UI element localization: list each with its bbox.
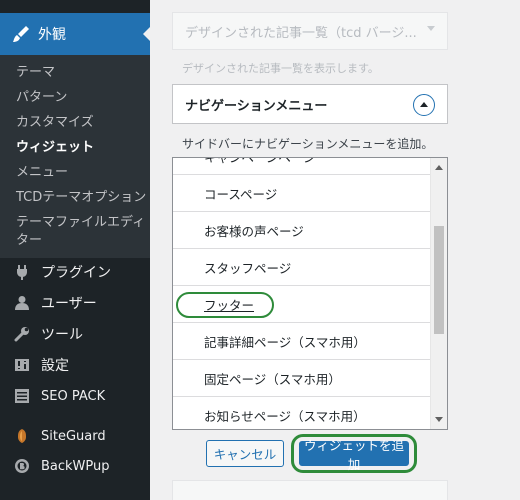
- menu-item-backwpup[interactable]: BackWPup: [0, 452, 150, 480]
- appearance-submenu: テーマ パターン カスタマイズ ウィジェット メニュー TCDテーマオプション …: [0, 55, 150, 258]
- submenu-item-theme-editor[interactable]: テーマファイルエディ: [16, 211, 145, 230]
- add-widget-button[interactable]: ウィジェットを追加: [299, 439, 409, 472]
- collapse-toggle-icon[interactable]: [413, 94, 435, 116]
- list-item[interactable]: 記事詳細ページ（スマホ用）: [173, 323, 432, 360]
- widget-nav-menu-header[interactable]: ナビゲーションメニュー: [172, 84, 448, 124]
- list-item-label: キャンペーンページ: [204, 157, 316, 165]
- menu-item-siteguard-label: SiteGuard: [41, 428, 106, 444]
- list-item-label: お知らせページ（スマホ用）: [204, 408, 366, 424]
- submenu-item-menus[interactable]: メニュー: [16, 161, 68, 180]
- menu-item-users-label: ユーザー: [41, 296, 97, 312]
- list-item[interactable]: スタッフページ: [173, 249, 432, 286]
- menu-item-users[interactable]: ユーザー: [0, 289, 150, 317]
- list-item[interactable]: お知らせページ（スマホ用）: [173, 397, 432, 429]
- list-icon: [13, 387, 31, 405]
- submenu-item-patterns[interactable]: パターン: [16, 86, 67, 105]
- next-widget-header: [172, 480, 448, 500]
- widget-designed-posts-description: デザインされた記事一覧を表示します。: [182, 62, 379, 75]
- menu-item-tools[interactable]: ツール: [0, 320, 150, 348]
- menu-item-plugins-label: プラグイン: [41, 265, 111, 281]
- menu-item-seo-pack-label: SEO PACK: [41, 388, 106, 404]
- widgets-panel: デザインされた記事一覧（tcd バージ... デザインされた記事一覧を表示します…: [150, 0, 520, 500]
- plugin-icon: [13, 263, 31, 281]
- paintbrush-icon: [10, 23, 32, 45]
- list-item-label: 固定ページ（スマホ用）: [204, 371, 341, 387]
- scroll-down-icon[interactable]: [435, 417, 443, 422]
- submenu-item-theme-editor-cont[interactable]: ター: [16, 229, 42, 248]
- backwpup-icon: [13, 457, 31, 475]
- menu-item-appearance[interactable]: 外観: [0, 13, 150, 55]
- menu-item-plugins[interactable]: プラグイン: [0, 258, 150, 286]
- list-item[interactable]: コースページ: [173, 175, 432, 212]
- submenu-item-widgets[interactable]: ウィジェット: [16, 136, 94, 155]
- settings-icon: [13, 356, 31, 374]
- menu-item-tools-label: ツール: [41, 327, 83, 343]
- list-item[interactable]: お客様の声ページ: [173, 212, 432, 249]
- submenu-item-tcd-options[interactable]: TCDテーマオプション: [16, 186, 146, 205]
- add-button-highlight: ウィジェットを追加: [291, 434, 417, 473]
- scroll-up-icon[interactable]: [435, 165, 443, 170]
- widget-nav-menu-description: サイドバーにナビゲーションメニューを追加。: [182, 137, 434, 151]
- list-scrollbar[interactable]: [430, 158, 447, 429]
- menu-item-backwpup-label: BackWPup: [41, 458, 110, 474]
- list-item[interactable]: キャンペーンページ: [173, 157, 432, 175]
- list-item-footer[interactable]: フッター: [173, 286, 432, 323]
- menu-item-settings[interactable]: 設定: [0, 351, 150, 379]
- list-item-label: コースページ: [204, 186, 278, 202]
- cancel-button[interactable]: キャンセル: [206, 440, 284, 467]
- wrench-icon: [13, 325, 31, 343]
- scrollbar-thumb[interactable]: [434, 226, 444, 334]
- siteguard-icon: [13, 427, 31, 445]
- sidebar-top: [0, 0, 150, 13]
- menu-item-appearance-label: 外観: [38, 27, 66, 43]
- caret-down-icon: [427, 26, 435, 31]
- list-item-label: スタッフページ: [204, 260, 292, 276]
- user-icon: [13, 294, 31, 312]
- highlight-circle: [176, 292, 274, 318]
- list-item[interactable]: 固定ページ（スマホ用）: [173, 360, 432, 397]
- widget-nav-menu-title: ナビゲーションメニュー: [185, 98, 328, 114]
- menu-item-seo-pack[interactable]: SEO PACK: [0, 382, 150, 410]
- widget-area-list[interactable]: キャンペーンページ コースページ お客様の声ページ スタッフページ フッター 記…: [172, 157, 448, 430]
- menu-item-settings-label: 設定: [41, 358, 69, 374]
- widget-designed-posts-header[interactable]: デザインされた記事一覧（tcd バージ...: [172, 12, 448, 50]
- submenu-item-themes[interactable]: テーマ: [16, 61, 55, 80]
- widget-designed-posts-title: デザインされた記事一覧（tcd バージ...: [185, 25, 417, 41]
- active-indicator: [143, 26, 150, 42]
- menu-item-siteguard[interactable]: SiteGuard: [0, 422, 150, 450]
- list-item-label: お客様の声ページ: [204, 223, 304, 239]
- admin-sidebar: 外観 テーマ パターン カスタマイズ ウィジェット メニュー TCDテーマオプシ…: [0, 0, 150, 500]
- list-item-label: 記事詳細ページ（スマホ用）: [204, 334, 366, 350]
- submenu-item-customize[interactable]: カスタマイズ: [16, 111, 94, 130]
